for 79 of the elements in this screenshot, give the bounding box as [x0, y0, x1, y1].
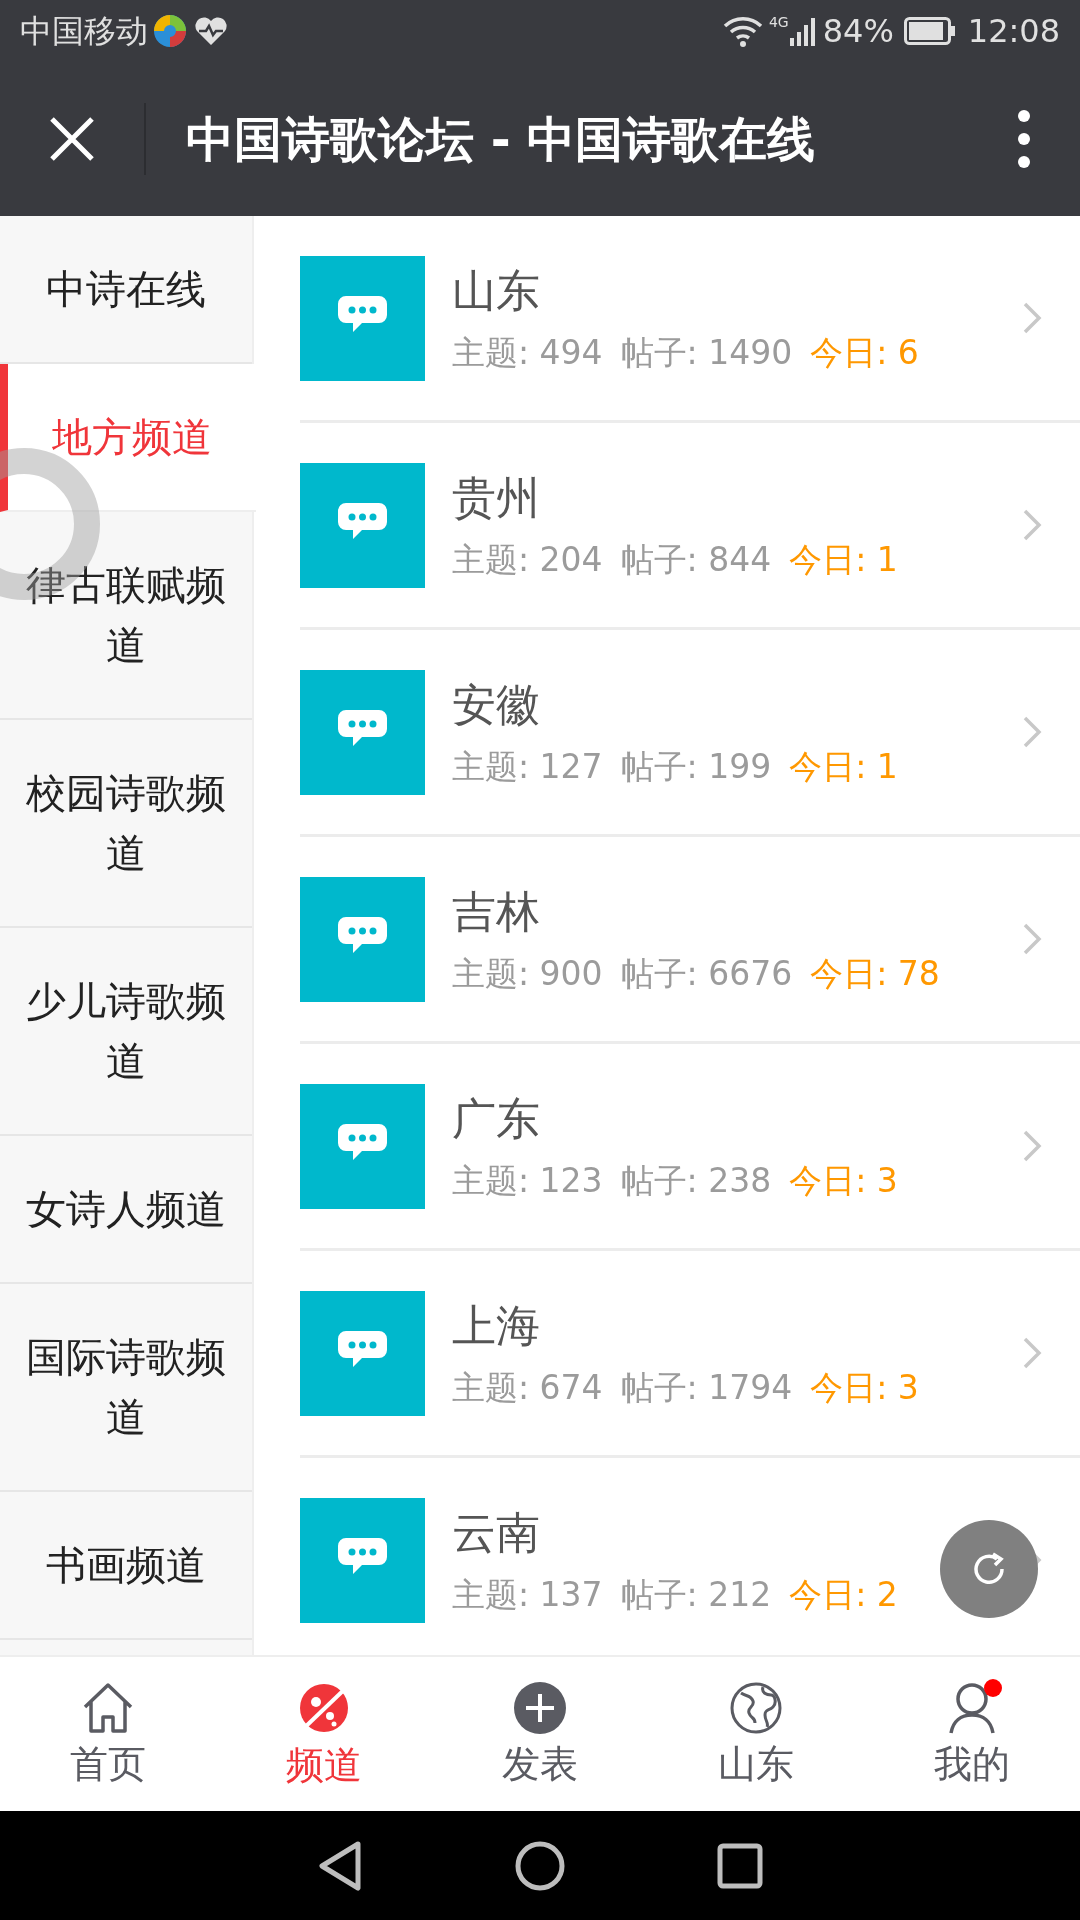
forum-stat: 帖子: 212 — [620, 1575, 772, 1615]
chevron-right-icon — [1022, 1129, 1042, 1163]
today-count: 今日: 1 — [789, 540, 898, 580]
more-icon — [1017, 109, 1031, 169]
sidebar-item[interactable]: 地方频道 — [0, 364, 256, 512]
forum-stat: 主题: 674 — [452, 1368, 603, 1408]
chat-bubble-icon — [300, 1083, 425, 1209]
sidebar-item[interactable]: 女诗人频道 — [0, 1136, 252, 1284]
forum-row[interactable]: 吉林 主题: 900 帖子: 6676 今日: 78 — [300, 837, 1080, 1044]
chevron-right-icon — [1022, 922, 1042, 956]
chat-bubble-icon — [300, 462, 425, 588]
forum-stat: 主题: 123 — [452, 1161, 603, 1201]
today-count: 今日: 3 — [789, 1161, 898, 1201]
forum-name: 云南 — [452, 1506, 540, 1560]
forum-stat: 主题: 900 — [452, 954, 603, 994]
sidebar-item[interactable]: 书画频道 — [0, 1492, 252, 1640]
forum-row[interactable]: 安徽 主题: 127 帖子: 199 今日: 1 — [300, 630, 1080, 837]
forum-name: 上海 — [452, 1299, 540, 1353]
today-count: 今日: 2 — [789, 1575, 898, 1615]
sidebar-item[interactable]: 少儿诗歌频道 — [0, 928, 252, 1136]
forum-name: 广东 — [452, 1092, 540, 1146]
home-button[interactable] — [514, 1839, 566, 1892]
forum-row[interactable]: 贵州 主题: 204 帖子: 844 今日: 1 — [300, 423, 1080, 630]
today-count: 今日: 3 — [810, 1368, 919, 1408]
nav-tab[interactable]: 山东 — [648, 1657, 864, 1811]
forum-stat: 主题: 137 — [452, 1575, 603, 1615]
forum-name: 山东 — [452, 264, 540, 318]
forum-stat: 帖子: 1794 — [620, 1368, 793, 1408]
recents-icon — [716, 1841, 764, 1890]
wifi-icon — [722, 14, 763, 48]
chevron-right-icon — [1022, 1336, 1042, 1370]
forum-row[interactable]: 广东 主题: 123 帖子: 238 今日: 3 — [300, 1044, 1080, 1251]
chat-bubble-icon — [300, 1290, 425, 1416]
chevron-right-icon — [1022, 508, 1042, 542]
home-icon — [81, 1681, 135, 1735]
plus-circle-icon — [513, 1681, 567, 1735]
battery-icon — [903, 17, 956, 45]
forum-stat: 主题: 494 — [452, 333, 603, 373]
sidebar-item[interactable]: 国际诗歌频道 — [0, 1284, 252, 1492]
nav-tab[interactable]: 我的 — [864, 1657, 1080, 1811]
chat-bubble-icon — [300, 255, 425, 381]
battery-percent: 84% — [822, 11, 894, 52]
forum-name: 吉林 — [452, 885, 540, 939]
forum-name: 贵州 — [452, 471, 540, 525]
chevron-right-icon — [1022, 301, 1042, 335]
today-count: 今日: 78 — [810, 954, 940, 994]
forum-stat: 帖子: 199 — [620, 747, 772, 787]
forum-stat: 主题: 127 — [452, 747, 603, 787]
forum-stat: 主题: 204 — [452, 540, 603, 580]
sidebar-item[interactable]: 律古联赋频道 — [0, 512, 252, 720]
forum-stat: 帖子: 6676 — [620, 954, 793, 994]
back-icon — [316, 1839, 364, 1892]
globe-icon — [729, 1681, 783, 1735]
clock-time: 12:08 — [967, 11, 1060, 52]
app-icon — [152, 13, 188, 49]
carrier-name: 中国移动 — [20, 11, 148, 52]
chat-bubble-icon — [300, 876, 425, 1002]
forum-stat: 帖子: 238 — [620, 1161, 772, 1201]
today-count: 今日: 6 — [810, 333, 919, 373]
forum-stat: 帖子: 844 — [620, 540, 772, 580]
home-circle-icon — [514, 1839, 566, 1892]
nav-tab[interactable]: 发表 — [432, 1657, 648, 1811]
forum-row[interactable]: 山东 主题: 494 帖子: 1490 今日: 6 — [300, 216, 1080, 423]
sidebar-item[interactable]: 校园诗歌频道 — [0, 720, 252, 928]
nav-tab[interactable]: 首页 — [0, 1657, 216, 1811]
forum-name: 安徽 — [452, 678, 540, 732]
chevron-right-icon — [1022, 715, 1042, 749]
forum-stat: 帖子: 1490 — [620, 333, 793, 373]
chat-bubble-icon — [300, 1497, 425, 1623]
back-button[interactable] — [316, 1839, 364, 1892]
nav-tab[interactable]: 频道 — [216, 1657, 432, 1811]
forum-row[interactable]: 上海 主题: 674 帖子: 1794 今日: 3 — [300, 1251, 1080, 1458]
close-icon — [48, 115, 96, 163]
today-count: 今日: 1 — [789, 747, 898, 787]
recents-button[interactable] — [716, 1841, 764, 1890]
page-title: 中国诗歌论坛 - 中国诗歌在线 — [186, 110, 817, 169]
chat-bubble-icon — [300, 669, 425, 795]
network-type: 4G — [768, 13, 789, 32]
heart-icon — [194, 16, 228, 46]
